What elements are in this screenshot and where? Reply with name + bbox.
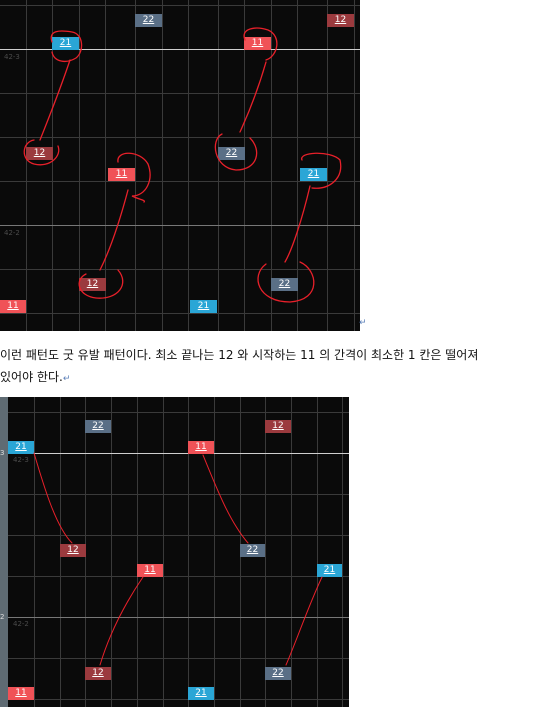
grid-line — [342, 397, 343, 707]
grid-line — [0, 269, 360, 270]
bar-label: 42-3 — [4, 53, 20, 61]
note-11: 11 — [244, 37, 271, 50]
note-11: 11 — [8, 687, 34, 700]
bar-label: 42-3 — [13, 456, 29, 464]
grid-line — [8, 412, 349, 413]
note-11: 11 — [188, 441, 214, 454]
note-21: 21 — [188, 687, 214, 700]
edge-tick: 3 — [0, 449, 5, 457]
note-22: 22 — [135, 14, 162, 27]
note-12: 12 — [79, 278, 106, 291]
paragraph-mark-icon: ↵ — [62, 374, 71, 384]
grid-line — [137, 397, 138, 707]
note-21: 21 — [8, 441, 34, 454]
body-text-line: 이런 패턴도 굿 유발 패턴이다. 최소 끝나는 12 와 시작하는 11 의 … — [0, 348, 479, 362]
note-11: 11 — [0, 300, 26, 313]
grid-line — [8, 576, 349, 577]
grid-line — [265, 397, 266, 707]
grid-line — [0, 313, 360, 314]
grid-line — [111, 397, 112, 707]
grid-line — [0, 181, 360, 182]
side-strip — [0, 397, 8, 707]
grid-line — [8, 494, 349, 495]
body-text: 있어야 한다. — [0, 370, 63, 384]
measure-line — [0, 225, 360, 226]
grid-line — [214, 397, 215, 707]
note-12: 12 — [327, 14, 354, 27]
note-22: 22 — [218, 147, 245, 160]
note-12: 12 — [26, 147, 53, 160]
grid-line — [8, 699, 349, 700]
note-12: 12 — [265, 420, 291, 433]
grid-line — [34, 397, 35, 707]
grid-line — [8, 658, 349, 659]
note-22: 22 — [271, 278, 298, 291]
grid-line — [0, 5, 360, 6]
note-21: 21 — [190, 300, 217, 313]
grid-line — [0, 137, 360, 138]
chart-screenshot-2: 42-3 42-2 22 12 21 11 12 22 11 21 12 22 … — [8, 397, 349, 707]
note-11: 11 — [137, 564, 163, 577]
grid-line — [291, 397, 292, 707]
body-text-line: 있어야 한다.↵ — [0, 368, 70, 385]
paragraph-mark-icon: ↵ — [359, 318, 367, 328]
edge-tick: 2 — [0, 613, 5, 621]
chart-screenshot-1: 42-3 42-2 22 12 21 11 12 22 11 21 12 22 … — [0, 0, 360, 331]
note-21: 21 — [52, 37, 79, 50]
grid-line — [8, 535, 349, 536]
note-12: 12 — [60, 544, 86, 557]
note-11: 11 — [108, 168, 135, 181]
grid-line — [163, 397, 164, 707]
note-21: 21 — [317, 564, 342, 577]
note-12: 12 — [85, 667, 111, 680]
bar-label: 42-2 — [4, 229, 20, 237]
grid-line — [317, 397, 318, 707]
note-22: 22 — [85, 420, 111, 433]
bar-label: 42-2 — [13, 620, 29, 628]
measure-line — [8, 453, 349, 454]
measure-line — [8, 617, 349, 618]
note-22: 22 — [240, 544, 265, 557]
note-22: 22 — [265, 667, 291, 680]
grid-line — [0, 93, 360, 94]
note-21: 21 — [300, 168, 327, 181]
